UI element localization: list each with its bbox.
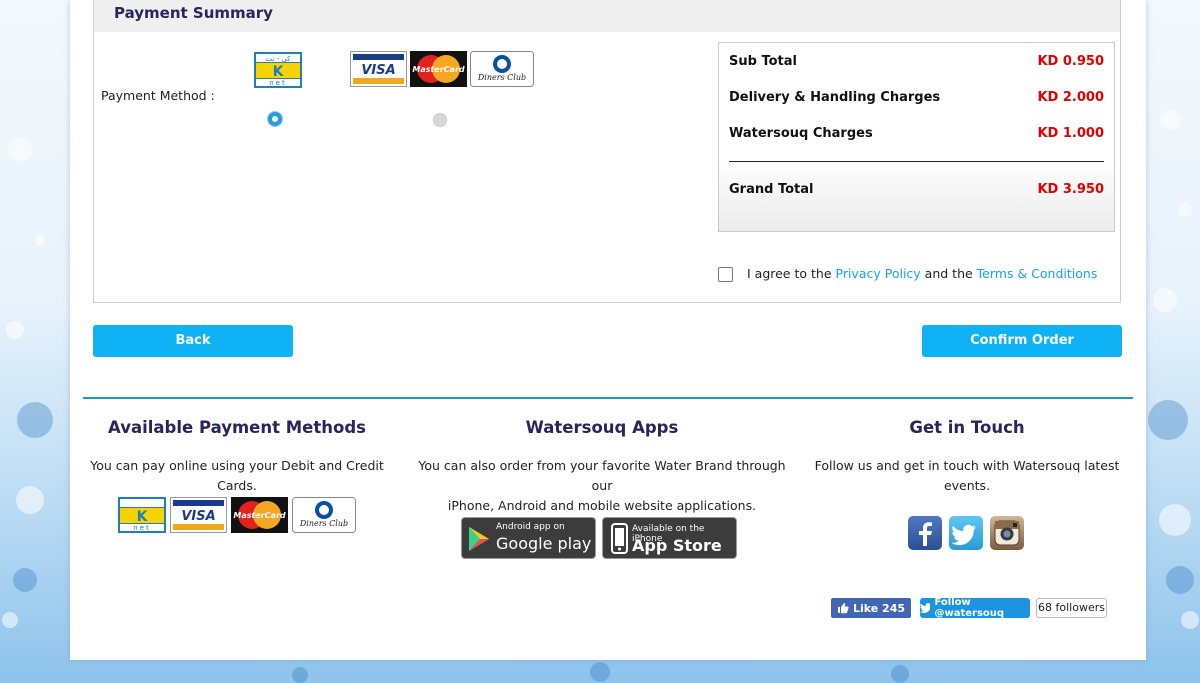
get-in-touch-section: Get in Touch Follow us and get in touch … [807, 418, 1127, 496]
facebook-icon[interactable] [908, 516, 942, 550]
apps-title: Watersouq Apps [525, 418, 679, 437]
diners-club-logo: Diners Club [470, 51, 534, 87]
google-play-small-text: Android app on [496, 522, 565, 532]
google-play-big-text: Google play [496, 534, 592, 553]
footer-diners-logo: Diners Club [292, 497, 356, 533]
privacy-policy-link[interactable]: Privacy Policy [836, 266, 921, 281]
footer-knet-k-text: K [137, 509, 149, 525]
iphone-icon [611, 523, 628, 554]
totals-box: Sub Total KD 0.950 Delivery & Handling C… [718, 42, 1115, 232]
delivery-amount: KD 2.000 [1037, 90, 1104, 105]
back-button[interactable]: Back [93, 325, 293, 357]
grand-total-amount: KD 3.950 [1037, 182, 1104, 197]
card-radio[interactable] [433, 113, 447, 127]
knet-arabic-text: كي - نت [266, 55, 292, 63]
diners-text: Diners Club [477, 73, 526, 82]
twitter-follow-text: Follow @watersouq [934, 597, 1005, 619]
instagram-glyph [994, 520, 1020, 546]
agree-prefix: I agree to the [747, 265, 832, 281]
twitter-follow-button[interactable]: Follow @watersouq [920, 597, 1030, 619]
payment-summary-header: Payment Summary [94, 0, 1120, 32]
main-panel: Payment Summary Payment Method : كي - نت… [70, 0, 1146, 660]
instagram-icon[interactable] [990, 516, 1024, 550]
knet-k-text: K [273, 64, 285, 80]
delivery-row: Delivery & Handling Charges KD 2.000 [729, 90, 1104, 105]
watersouq-charges-amount: KD 1.000 [1037, 126, 1104, 141]
footer-diners-text: Diners Club [299, 519, 348, 528]
knet-net-text: net [269, 79, 287, 87]
get-in-touch-text: Follow us and get in touch with Watersou… [807, 456, 1127, 496]
payment-method-label: Payment Method : [101, 88, 215, 103]
knet-logo[interactable]: كي - نت K net [254, 52, 302, 88]
footer-mastercard-text: MasterCard [233, 511, 286, 520]
totals-divider [729, 161, 1104, 162]
subtotal-label: Sub Total [729, 54, 797, 69]
facebook-like-text: Like 245 [852, 601, 906, 615]
get-in-touch-line2: events. [943, 478, 991, 493]
twitter-followers-count: 68 followers [1036, 598, 1107, 618]
twitter-bird-icon [920, 603, 931, 613]
footer-mastercard-logo: MasterCard [231, 497, 288, 533]
subtotal-amount: KD 0.950 [1037, 54, 1104, 69]
terms-link[interactable]: Terms & Conditions [977, 266, 1098, 281]
twitter-icon[interactable] [949, 516, 983, 550]
mastercard-text: MasterCard [412, 65, 465, 74]
apps-text: You can also order from your favorite Wa… [413, 456, 791, 516]
agree-checkbox[interactable] [718, 267, 733, 282]
agree-middle: and the [924, 265, 973, 281]
payment-summary-box: Payment Summary Payment Method : كي - نت… [93, 0, 1121, 303]
twitter-glyph [951, 524, 976, 546]
payment-methods-title: Available Payment Methods [108, 418, 366, 437]
card-logos[interactable]: VISA MasterCard Diners Club [350, 51, 534, 87]
delivery-label: Delivery & Handling Charges [729, 90, 941, 105]
footer-divider [83, 397, 1133, 399]
payment-methods-section: Available Payment Methods You can pay on… [78, 418, 396, 496]
knet-radio[interactable] [268, 112, 282, 126]
google-play-badge[interactable]: Android app on Google play [461, 517, 596, 559]
grand-total-row: Grand Total KD 3.950 [729, 182, 1104, 197]
apps-text-line1: You can also order from your favorite Wa… [418, 458, 786, 493]
footer-visa-logo: VISA [170, 497, 227, 533]
footer-knet-net-text: net [133, 524, 151, 532]
get-in-touch-title: Get in Touch [909, 418, 1025, 437]
facebook-like-button[interactable]: Like 245 [831, 598, 911, 618]
google-play-icon [469, 527, 489, 551]
watersouq-charges-label: Watersouq Charges [729, 126, 873, 141]
app-store-big-text: App Store [632, 536, 722, 555]
apps-section: Watersouq Apps You can also order from y… [413, 418, 791, 516]
grand-total-label: Grand Total [729, 182, 814, 197]
visa-logo: VISA [350, 51, 407, 87]
thumbs-up-icon [837, 603, 849, 614]
mastercard-logo: MasterCard [410, 51, 467, 87]
visa-text: VISA [361, 63, 395, 78]
footer-visa-text: VISA [181, 509, 215, 524]
confirm-order-button[interactable]: Confirm Order [922, 325, 1122, 357]
apps-text-line2: iPhone, Android and mobile website appli… [447, 498, 757, 513]
payment-methods-text: You can pay online using your Debit and … [90, 458, 384, 493]
facebook-glyph [919, 522, 932, 546]
footer-payment-logos: K net VISA MasterCard Diners Club [118, 497, 356, 533]
agree-terms: I agree to the Privacy Policy and the Te… [718, 264, 1097, 282]
get-in-touch-line1: Follow us and get in touch with Watersou… [814, 458, 1120, 473]
app-store-badge[interactable]: Available on the iPhone App Store [602, 517, 737, 559]
watersouq-charges-row: Watersouq Charges KD 1.000 [729, 126, 1104, 141]
footer-knet-logo: K net [118, 497, 166, 533]
subtotal-row: Sub Total KD 0.950 [729, 54, 1104, 69]
